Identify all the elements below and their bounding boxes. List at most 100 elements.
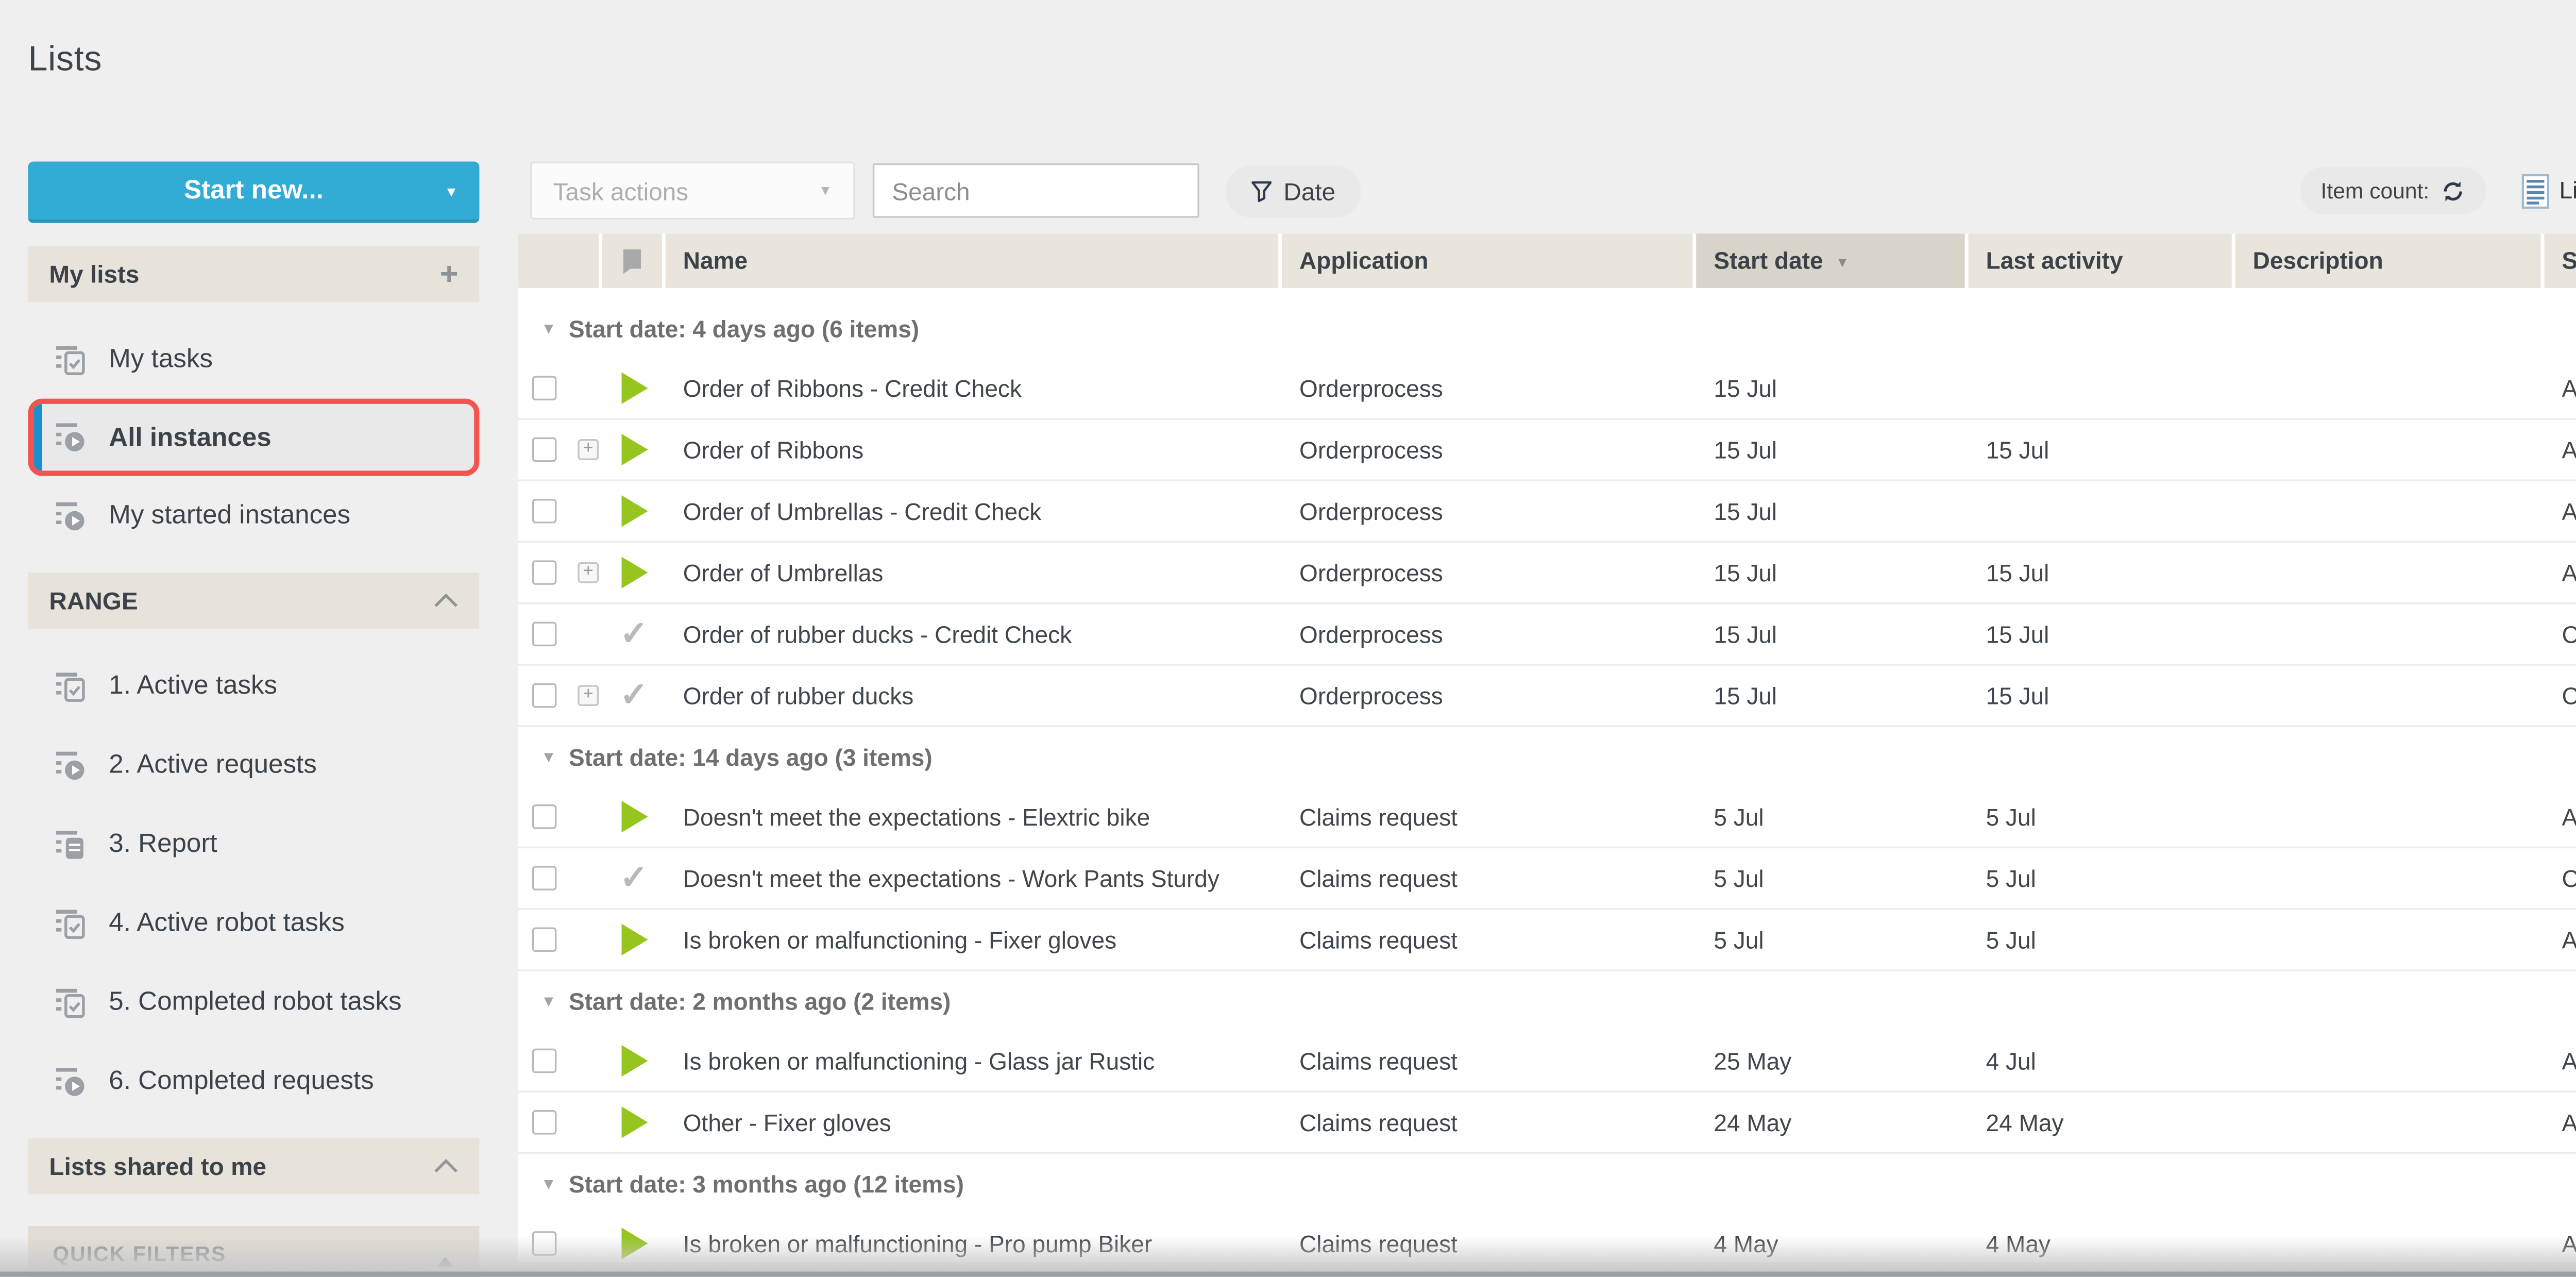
sidebar-section-title: My lists bbox=[49, 260, 139, 288]
row-status: Active bbox=[2544, 498, 2576, 524]
group-collapse-icon[interactable]: ▼ bbox=[541, 320, 556, 337]
row-checkbox[interactable] bbox=[532, 1049, 557, 1073]
table-header-row: Name Application Start date ▼ Last activ… bbox=[518, 233, 2576, 288]
table-row[interactable]: Is broken or malfunctioning - Pro pump B… bbox=[518, 1214, 2576, 1263]
chevron-up-icon[interactable] bbox=[434, 594, 459, 608]
completed-check-icon: ✓ bbox=[620, 862, 648, 895]
row-name[interactable]: Doesn't meet the expectations - Elextric… bbox=[666, 803, 1282, 830]
group-header-row[interactable]: ▼Start date: 2 months ago (2 items) bbox=[518, 971, 2576, 1031]
sidebar-item-label: 5. Completed robot tasks bbox=[109, 987, 401, 1017]
expand-icon[interactable]: + bbox=[578, 562, 599, 583]
group-header-row[interactable]: ▼ Start date: 14 days ago (3 items) bbox=[518, 727, 2576, 787]
list-actions-label: List actions bbox=[2559, 177, 2576, 204]
header-application[interactable]: Application bbox=[1282, 233, 1696, 288]
row-checkbox[interactable] bbox=[532, 1110, 557, 1135]
row-status: Active bbox=[2544, 436, 2576, 463]
row-checkbox[interactable] bbox=[532, 560, 557, 585]
row-name[interactable]: Order of Umbrellas bbox=[666, 559, 1282, 585]
row-name[interactable]: Order of Ribbons - Credit Check bbox=[666, 375, 1282, 401]
group-header-label: Start date: 4 days ago (6 items) bbox=[569, 315, 919, 342]
content-layout: Start new... ▼ My lists + My tasksAll inst… bbox=[0, 120, 2576, 1277]
header-start-date[interactable]: Start date ▼ bbox=[1696, 233, 1968, 288]
table-row[interactable]: Order of Ribbons - Credit CheckOrderproc… bbox=[518, 358, 2576, 419]
row-checkbox[interactable] bbox=[532, 621, 557, 646]
table-row[interactable]: +Order of UmbrellasOrderprocess15 Jul15 … bbox=[518, 543, 2576, 604]
active-play-icon bbox=[621, 1106, 647, 1138]
expand-icon[interactable]: + bbox=[578, 439, 599, 460]
row-checkbox[interactable] bbox=[532, 866, 557, 890]
sidebar-item-3-report[interactable]: 3. Report bbox=[28, 804, 480, 883]
row-name[interactable]: Is broken or malfunctioning - Pro pump B… bbox=[666, 1230, 1282, 1256]
group-header-label: Start date: 14 days ago (3 items) bbox=[569, 744, 933, 770]
row-last-activity: 24 May bbox=[1969, 1109, 2235, 1135]
sidebar-item-4-active-robot-tasks[interactable]: 4. Active robot tasks bbox=[28, 883, 480, 962]
row-checkbox[interactable] bbox=[532, 683, 557, 708]
table-row[interactable]: Is broken or malfunctioning - Fixer glov… bbox=[518, 910, 2576, 971]
row-start-date: 15 Jul bbox=[1696, 621, 1968, 647]
header-name[interactable]: Name bbox=[666, 233, 1282, 288]
sidebar-section-header[interactable]: RANGE bbox=[28, 573, 480, 629]
row-name[interactable]: Order of rubber ducks bbox=[666, 682, 1282, 709]
expand-icon[interactable]: + bbox=[578, 685, 599, 706]
row-checkbox[interactable] bbox=[532, 1231, 557, 1256]
group-collapse-icon[interactable]: ▼ bbox=[541, 1175, 556, 1192]
header-status[interactable]: Status bbox=[2544, 233, 2576, 288]
table-row[interactable]: +✓Order of rubber ducksOrderprocess15 Ju… bbox=[518, 666, 2576, 727]
row-start-date: 4 May bbox=[1696, 1230, 1968, 1256]
sidebar-item-6-completed-requests[interactable]: 6. Completed requests bbox=[28, 1041, 480, 1120]
report-list-icon bbox=[55, 828, 86, 860]
row-name[interactable]: Order of Ribbons bbox=[666, 436, 1282, 463]
chevron-down-icon: ▼ bbox=[818, 183, 832, 197]
group-collapse-icon[interactable]: ▼ bbox=[541, 993, 556, 1010]
app-root: Lists ? Start new... ▼ My lists+My tasks… bbox=[0, 0, 2576, 1277]
list-actions-button[interactable]: List actions ▼ bbox=[2510, 171, 2576, 210]
table-row[interactable]: ✓Order of rubber ducks - Credit CheckOrd… bbox=[518, 604, 2576, 665]
chevron-up-icon[interactable] bbox=[434, 1159, 459, 1173]
main-area: Task actions ▼ Date Item count: bbox=[518, 120, 2576, 1263]
row-checkbox[interactable] bbox=[532, 804, 557, 829]
row-checkbox[interactable] bbox=[532, 499, 557, 524]
add-list-icon[interactable]: + bbox=[440, 258, 459, 290]
quick-filters-bar[interactable]: QUICK FILTERS bbox=[28, 1226, 480, 1277]
sidebar-item-my-started-instances[interactable]: My started instances bbox=[28, 476, 480, 555]
table-row[interactable]: Other - Fixer glovesClaims request24 May… bbox=[518, 1093, 2576, 1154]
row-checkbox[interactable] bbox=[532, 438, 557, 462]
row-name[interactable]: Order of rubber ducks - Credit Check bbox=[666, 621, 1282, 647]
row-checkbox[interactable] bbox=[532, 928, 557, 952]
sidebar-item-2-active-requests[interactable]: 2. Active requests bbox=[28, 726, 480, 804]
funnel-icon bbox=[1250, 178, 1273, 203]
sidebar-item-my-tasks[interactable]: My tasks bbox=[28, 320, 480, 398]
row-name[interactable]: Order of Umbrellas - Credit Check bbox=[666, 498, 1282, 524]
group-collapse-icon[interactable]: ▼ bbox=[541, 748, 556, 766]
active-play-icon bbox=[621, 434, 647, 465]
row-name[interactable]: Doesn't meet the expectations - Work Pan… bbox=[666, 865, 1282, 892]
group-header-row[interactable]: ▼ Start date: 4 days ago (6 items) bbox=[518, 298, 2576, 358]
task-actions-dropdown[interactable]: Task actions ▼ bbox=[530, 162, 855, 220]
table-row[interactable]: +Order of RibbonsOrderprocess15 Jul15 Ju… bbox=[518, 420, 2576, 481]
row-application: Orderprocess bbox=[1282, 559, 1696, 585]
date-filter-button[interactable]: Date bbox=[1226, 164, 1360, 217]
sidebar-item-5-completed-robot-tasks[interactable]: 5. Completed robot tasks bbox=[28, 963, 480, 1041]
item-count-button[interactable]: Item count: bbox=[2300, 167, 2486, 214]
table-row[interactable]: Is broken or malfunctioning - Glass jar … bbox=[518, 1031, 2576, 1093]
sidebar-item-1-active-tasks[interactable]: 1. Active tasks bbox=[28, 646, 480, 725]
row-name[interactable]: Is broken or malfunctioning - Glass jar … bbox=[666, 1048, 1282, 1074]
row-checkbox[interactable] bbox=[532, 376, 557, 400]
sidebar-section-header[interactable]: Lists shared to me bbox=[28, 1138, 480, 1194]
start-new-button[interactable]: Start new... ▼ bbox=[28, 162, 480, 223]
sidebar-section-header[interactable]: My lists + bbox=[28, 246, 480, 302]
table-row[interactable]: Order of Umbrellas - Credit CheckOrderpr… bbox=[518, 481, 2576, 543]
row-start-date: 15 Jul bbox=[1696, 436, 1968, 463]
row-name[interactable]: Is broken or malfunctioning - Fixer glov… bbox=[666, 927, 1282, 953]
row-status: Active bbox=[2544, 559, 2576, 585]
row-name[interactable]: Other - Fixer gloves bbox=[666, 1109, 1282, 1135]
sidebar-item-all-instances[interactable]: All instances bbox=[28, 399, 480, 476]
header-last-activity[interactable]: Last activity bbox=[1969, 233, 2235, 288]
header-description[interactable]: Description bbox=[2235, 233, 2545, 288]
completed-check-icon: ✓ bbox=[620, 679, 648, 712]
row-application: Claims request bbox=[1282, 803, 1696, 830]
table-row[interactable]: ✓ Doesn't meet the expectations - Work Pa… bbox=[518, 848, 2576, 910]
table-row[interactable]: Doesn't meet the expectations - Elextric… bbox=[518, 787, 2576, 848]
search-input[interactable] bbox=[873, 163, 1199, 218]
group-header-row[interactable]: ▼Start date: 3 months ago (12 items) bbox=[518, 1154, 2576, 1214]
